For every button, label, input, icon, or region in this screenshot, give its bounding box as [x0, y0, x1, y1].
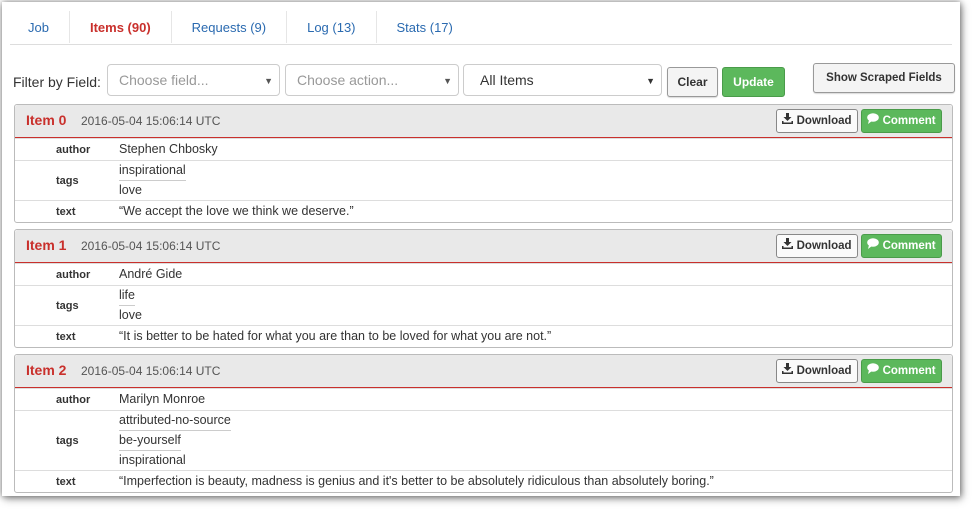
item-card: Item 0 2016-05-04 15:06:14 UTC Download … — [14, 104, 953, 223]
field-row-tags: tags inspirational love — [15, 160, 952, 200]
clear-button[interactable]: Clear — [667, 67, 718, 97]
field-value-author: André Gide — [119, 267, 183, 281]
field-value-tags: inspirational love — [115, 161, 952, 200]
item-timestamp: 2016-05-04 15:06:14 UTC — [81, 114, 221, 128]
item-card: Item 2 2016-05-04 15:06:14 UTC Download … — [14, 354, 953, 493]
show-scraped-fields-button[interactable]: Show Scraped Fields — [813, 63, 955, 93]
tab-bar: Job Items (90) Requests (9) Log (13) Sta… — [10, 11, 952, 45]
comment-label: Comment — [882, 240, 936, 253]
comment-button[interactable]: Comment — [861, 359, 942, 383]
field-key: text — [56, 330, 76, 343]
item-timestamp: 2016-05-04 15:06:14 UTC — [81, 239, 221, 253]
field-key: tags — [56, 174, 79, 187]
download-icon — [782, 110, 794, 132]
field-value-text: “Imperfection is beauty, madness is geni… — [119, 474, 714, 488]
field-value-tags: life love — [115, 286, 952, 325]
scope-select[interactable]: All Items ▼ — [463, 64, 662, 96]
tab-requests[interactable]: Requests (9) — [172, 11, 288, 43]
comment-label: Comment — [882, 365, 936, 378]
item-card: Item 1 2016-05-04 15:06:14 UTC Download … — [14, 229, 953, 348]
tab-job[interactable]: Job — [10, 11, 70, 43]
item-header: Item 0 2016-05-04 15:06:14 UTC Download … — [15, 105, 952, 138]
field-value-text: “We accept the love we think we deserve.… — [119, 204, 354, 218]
download-icon — [782, 360, 794, 382]
tag-value: inspirational — [119, 161, 186, 181]
field-row-text: text “Imperfection is beauty, madness is… — [15, 470, 952, 492]
item-header: Item 2 2016-05-04 15:06:14 UTC Download … — [15, 355, 952, 388]
field-row-tags: tags attributed-no-source be-yourself in… — [15, 410, 952, 470]
tab-log[interactable]: Log (13) — [287, 11, 377, 43]
download-label: Download — [796, 365, 852, 378]
tag-value: love — [119, 308, 142, 322]
tag-value: love — [119, 183, 142, 197]
action-select[interactable]: Choose action... ▼ — [285, 64, 459, 96]
field-row-tags: tags life love — [15, 285, 952, 325]
download-button[interactable]: Download — [776, 234, 858, 258]
tag-value: life — [119, 286, 135, 306]
download-button[interactable]: Download — [776, 359, 858, 383]
scrapy-job-window: Job Items (90) Requests (9) Log (13) Sta… — [2, 2, 960, 496]
item-header: Item 1 2016-05-04 15:06:14 UTC Download … — [15, 230, 952, 263]
comment-icon — [867, 110, 880, 132]
item-title: Item 0 — [26, 112, 67, 128]
comment-icon — [867, 360, 880, 382]
download-label: Download — [796, 240, 852, 253]
field-value-author: Marilyn Monroe — [119, 392, 206, 406]
field-select-placeholder: Choose field... — [119, 72, 209, 88]
item-timestamp: 2016-05-04 15:06:14 UTC — [81, 364, 221, 378]
action-select-placeholder: Choose action... — [297, 72, 399, 88]
item-title: Item 1 — [26, 237, 67, 253]
chevron-down-icon: ▼ — [443, 76, 452, 86]
filter-label: Filter by Field: — [13, 74, 101, 90]
comment-label: Comment — [882, 115, 936, 128]
tab-stats[interactable]: Stats (17) — [377, 11, 473, 43]
field-value-author: Stephen Chbosky — [119, 142, 218, 156]
download-label: Download — [796, 115, 852, 128]
field-key: tags — [56, 434, 79, 447]
comment-button[interactable]: Comment — [861, 109, 942, 133]
field-row-author: author André Gide — [15, 263, 952, 285]
chevron-down-icon: ▼ — [646, 76, 655, 86]
field-value-tags: attributed-no-source be-yourself inspira… — [115, 411, 952, 470]
download-button[interactable]: Download — [776, 109, 858, 133]
field-row-author: author Stephen Chbosky — [15, 138, 952, 160]
filter-bar: Filter by Field: Choose field... ▼ Choos… — [13, 63, 955, 100]
tab-items[interactable]: Items (90) — [70, 11, 172, 43]
field-key: tags — [56, 299, 79, 312]
field-key: text — [56, 475, 76, 488]
update-button[interactable]: Update — [722, 67, 785, 97]
field-value-text: “It is better to be hated for what you a… — [119, 329, 552, 343]
field-select[interactable]: Choose field... ▼ — [107, 64, 280, 96]
tag-value: attributed-no-source — [119, 411, 231, 431]
field-row-text: text “We accept the love we think we des… — [15, 200, 952, 222]
chevron-down-icon: ▼ — [264, 76, 273, 86]
comment-button[interactable]: Comment — [861, 234, 942, 258]
scope-select-value: All Items — [480, 72, 534, 88]
field-key: text — [56, 205, 76, 218]
field-key: author — [56, 143, 91, 156]
field-row-text: text “It is better to be hated for what … — [15, 325, 952, 347]
item-title: Item 2 — [26, 362, 67, 378]
field-key: author — [56, 393, 91, 406]
download-icon — [782, 235, 794, 257]
tag-value: be-yourself — [119, 431, 181, 451]
comment-icon — [867, 235, 880, 257]
tag-value: inspirational — [119, 453, 186, 467]
field-row-author: author Marilyn Monroe — [15, 388, 952, 410]
field-key: author — [56, 268, 91, 281]
